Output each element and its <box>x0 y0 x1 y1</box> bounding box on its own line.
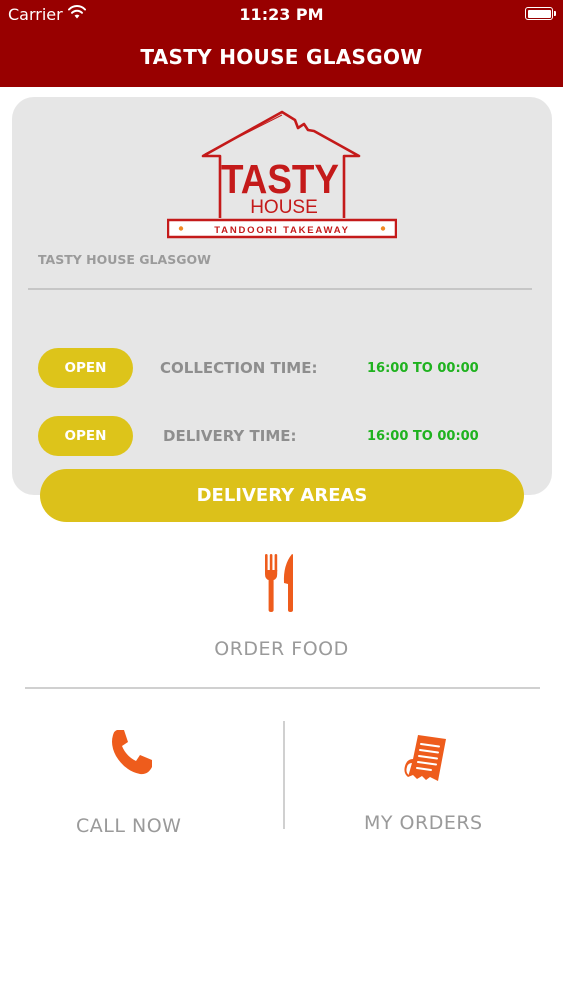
status-bar: Carrier 11:23 PM <box>0 0 563 30</box>
fork-knife-icon[interactable] <box>263 553 299 613</box>
receipt-icon[interactable] <box>404 733 448 783</box>
collection-hours: 16:00 TO 00:00 <box>367 361 479 376</box>
logo-tagline: TANDOORI TAKEAWAY <box>214 225 349 236</box>
collection-open-badge: OPEN <box>38 348 133 388</box>
delivery-open-badge: OPEN <box>38 416 133 456</box>
call-now-button[interactable]: CALL NOW <box>76 815 181 837</box>
restaurant-logo: TANDOORI TAKEAWAY TASTY HOUSE <box>167 110 397 239</box>
logo-wordmark: TASTY <box>221 156 339 202</box>
status-time: 11:23 PM <box>239 5 324 24</box>
app-header: Carrier 11:23 PM TASTY HOUSE GLASGOW <box>0 0 563 87</box>
page-title: TASTY HOUSE GLASGOW <box>140 45 423 69</box>
delivery-time-label: DELIVERY TIME: <box>163 427 297 445</box>
card-divider <box>28 288 532 290</box>
my-orders-button[interactable]: MY ORDERS <box>364 812 483 834</box>
delivery-hours: 16:00 TO 00:00 <box>367 429 479 444</box>
phone-icon[interactable] <box>110 728 154 776</box>
delivery-areas-button[interactable]: DELIVERY AREAS <box>40 469 524 522</box>
collection-time-label: COLLECTION TIME: <box>160 359 318 377</box>
store-name: TASTY HOUSE GLASGOW <box>38 252 211 267</box>
menu-divider <box>25 687 540 689</box>
logo-subword: HOUSE <box>250 197 318 218</box>
battery-icon <box>525 7 556 20</box>
menu-column-divider <box>283 721 285 829</box>
order-food-button[interactable]: ORDER FOOD <box>0 638 563 660</box>
